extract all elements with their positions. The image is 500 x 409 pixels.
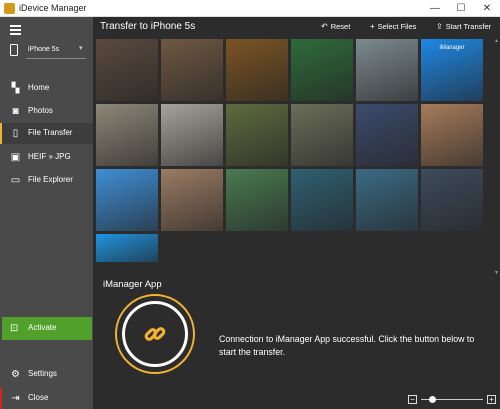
camera-icon: ◙ [12, 106, 19, 117]
photo-thumbnail[interactable]: iManager [421, 39, 483, 101]
sidebar-item-label: Photos [28, 106, 53, 115]
home-icon: ▚ [11, 83, 20, 94]
phone-icon [10, 44, 18, 56]
exit-icon: ⇥ [11, 393, 20, 404]
photo-thumbnail[interactable] [96, 104, 158, 166]
reset-button[interactable]: ↶ Reset [321, 22, 350, 31]
sidebar-item-label: File Explorer [28, 175, 73, 184]
main-panel: Transfer to iPhone 5s ↶ Reset + Select Fil… [93, 17, 500, 409]
app-connection-panel: iManager App Connection to iManager App … [93, 279, 500, 409]
sidebar-item-home[interactable]: ▚ Home [0, 78, 93, 99]
activate-icon: ⊡ [10, 323, 19, 334]
sidebar-item-photos[interactable]: ◙ Photos [0, 101, 93, 122]
select-files-button[interactable]: + Select Files [370, 22, 416, 31]
start-transfer-button[interactable]: ⇪ Start Transfer [436, 22, 491, 31]
app-logo-icon [4, 3, 15, 14]
scroll-up-icon[interactable]: ▲ [494, 38, 499, 44]
window-title: iDevice Manager [19, 3, 87, 13]
photo-thumbnail[interactable] [421, 169, 483, 231]
folder-icon: ▭ [10, 175, 21, 186]
chevron-down-icon: ▾ [79, 45, 83, 52]
title-bar: iDevice Manager — ☐ ✕ [0, 0, 500, 17]
activate-button[interactable]: ⊡ Activate [2, 317, 92, 340]
photo-thumbnail[interactable] [226, 39, 288, 101]
gear-icon: ⚙ [11, 369, 20, 380]
sidebar-item-heif-jpg[interactable]: ▣ HEIF » JPG [0, 147, 93, 168]
photo-thumbnail[interactable] [291, 104, 353, 166]
scrollbar[interactable]: ▲ ▼ [493, 38, 500, 279]
upload-icon: ⇪ [436, 22, 443, 31]
photo-thumbnail[interactable] [96, 39, 158, 101]
close-window-button[interactable]: ✕ [474, 0, 500, 17]
sidebar-item-file-explorer[interactable]: ▭ File Explorer [0, 170, 93, 191]
photo-thumbnail[interactable] [161, 169, 223, 231]
zoom-in-button[interactable]: + [487, 395, 496, 404]
zoom-slider-thumb[interactable] [429, 396, 437, 403]
device-name: iPhone 5s [28, 46, 60, 53]
photo-thumbnail[interactable] [356, 104, 418, 166]
phone-icon: ▯ [12, 128, 19, 139]
photo-thumbnail[interactable] [291, 39, 353, 101]
sidebar-item-close[interactable]: ⇥ Close [0, 388, 93, 409]
photo-thumbnail[interactable] [356, 39, 418, 101]
sidebar-item-label: HEIF » JPG [28, 152, 71, 161]
scroll-down-icon[interactable]: ▼ [494, 270, 499, 276]
photo-thumbnail[interactable] [161, 104, 223, 166]
device-selector[interactable]: iPhone 5s ▾ [0, 41, 93, 61]
photo-thumbnail[interactable] [96, 169, 158, 231]
plus-icon: + [370, 22, 375, 31]
app-section-title: iManager App [103, 279, 162, 290]
thumbnail-app-name: iManager [439, 45, 465, 51]
undo-icon: ↶ [321, 22, 328, 31]
photo-thumbnail[interactable] [161, 39, 223, 101]
photo-thumbnail[interactable] [226, 104, 288, 166]
zoom-out-button[interactable]: − [408, 395, 417, 404]
sidebar-item-settings[interactable]: ⚙ Settings [0, 364, 93, 385]
photo-thumbnail[interactable] [226, 169, 288, 231]
photo-thumbnail[interactable] [356, 169, 418, 231]
link-icon [144, 327, 166, 341]
sidebar-item-label: File Transfer [28, 128, 73, 137]
minimize-button[interactable]: — [422, 0, 448, 17]
image-icon: ▣ [10, 152, 21, 163]
photo-thumbnail[interactable] [291, 169, 353, 231]
connection-ring [115, 294, 195, 374]
photo-thumbnail[interactable] [421, 104, 483, 166]
photo-thumbnail[interactable] [96, 234, 158, 262]
maximize-button[interactable]: ☐ [448, 0, 474, 17]
zoom-control: − + [408, 394, 498, 406]
page-title: Transfer to iPhone 5s [100, 21, 196, 32]
menu-icon[interactable] [10, 25, 21, 35]
photo-grid: iManager [93, 38, 493, 279]
sidebar-item-file-transfer[interactable]: ▯ File Transfer [0, 123, 93, 144]
connection-message: Connection to iManager App successful. C… [219, 334, 475, 357]
sidebar: iPhone 5s ▾ ▚ Home ◙ Photos ▯ File Trans… [0, 17, 93, 409]
main-header: Transfer to iPhone 5s ↶ Reset + Select Fil… [93, 17, 500, 37]
sidebar-item-label: Home [28, 83, 50, 92]
